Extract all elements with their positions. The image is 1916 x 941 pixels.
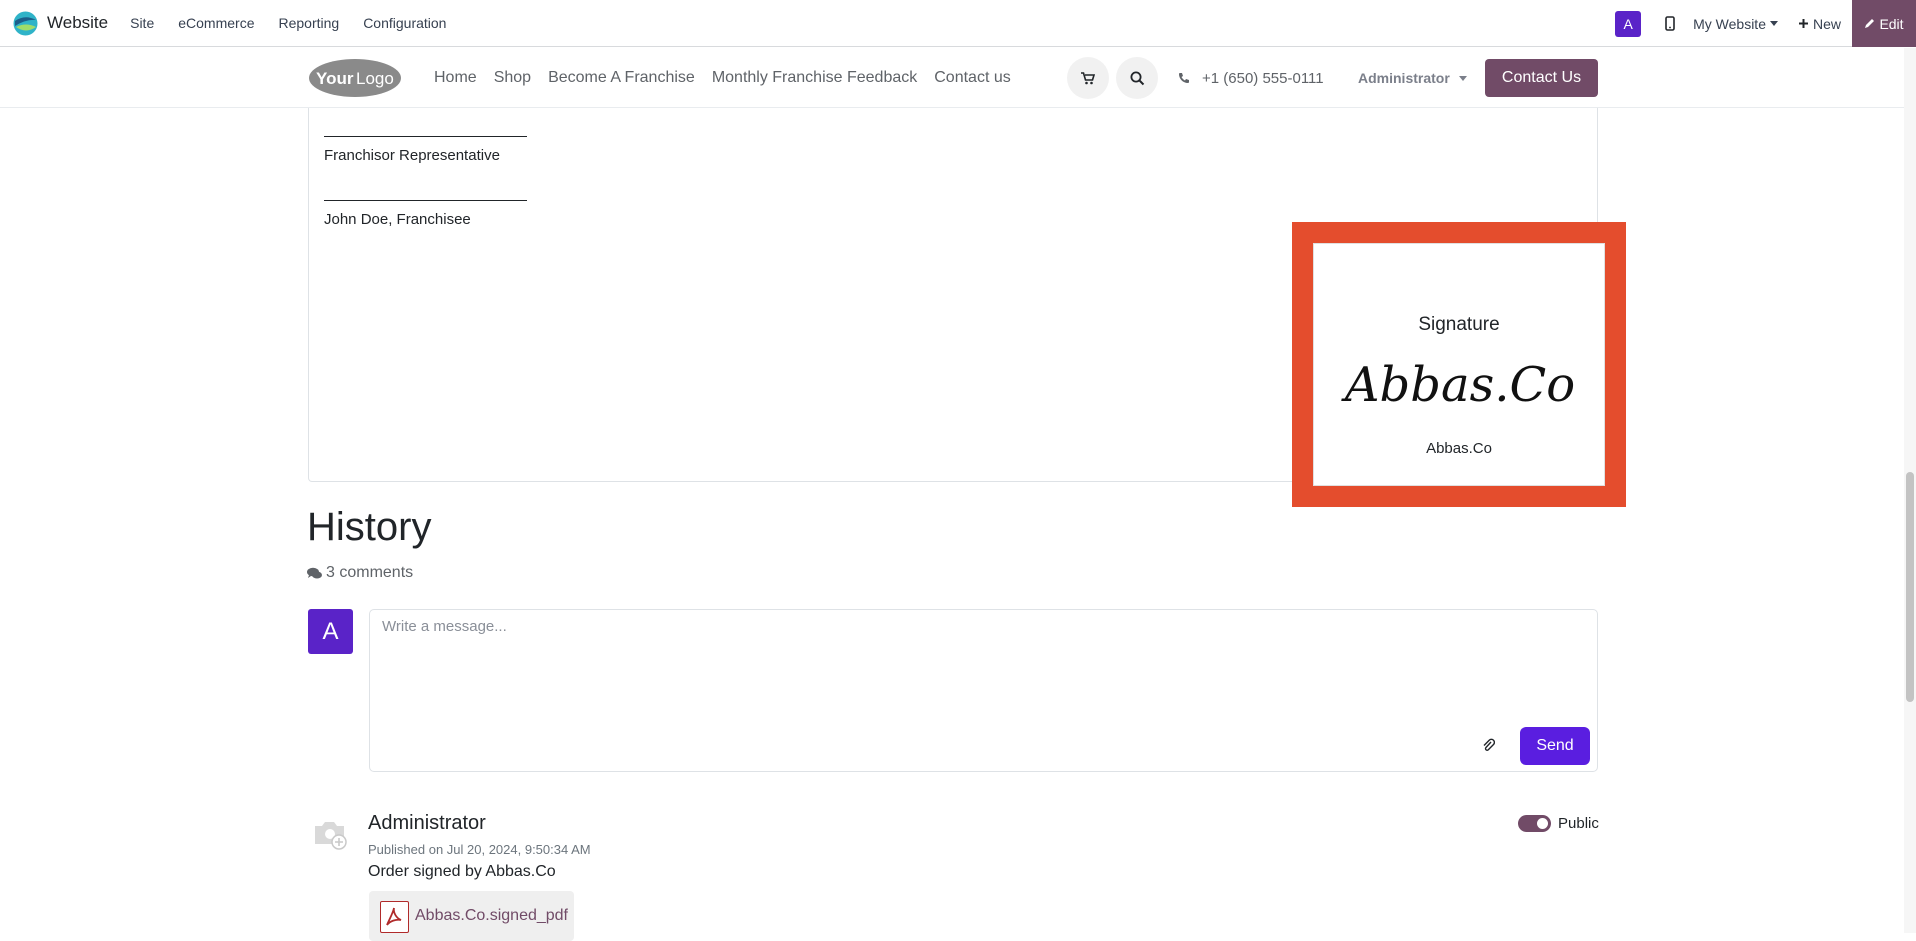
public-label: Public xyxy=(1558,815,1599,832)
attach-icon[interactable] xyxy=(1482,738,1496,758)
chevron-down-icon xyxy=(1458,75,1467,81)
signature-card: Signature Abbas.Co Abbas.Co xyxy=(1313,243,1605,486)
nav-monthly-feedback[interactable]: Monthly Franchise Feedback xyxy=(712,69,917,87)
comments-count-label: 3 comments xyxy=(326,564,414,581)
message-date: Published on Jul 20, 2024, 9:50:34 AM xyxy=(368,842,591,857)
cart-icon xyxy=(1081,71,1095,84)
new-label: New xyxy=(1812,15,1841,32)
user-avatar[interactable]: A xyxy=(1615,10,1642,37)
page-scrollbar[interactable] xyxy=(1904,48,1916,933)
app-brand[interactable]: Website xyxy=(12,10,108,37)
send-button[interactable]: Send xyxy=(1520,727,1590,765)
pdf-icon xyxy=(380,901,409,933)
phone-icon xyxy=(1179,73,1189,83)
edit-label: Edit xyxy=(1879,15,1904,32)
my-website-label: My Website xyxy=(1693,15,1766,32)
phone-number: +1 (650) 555-0111 xyxy=(1202,69,1324,87)
menu-configuration[interactable]: Configuration xyxy=(363,15,446,31)
top-bar-actions: A My Website New Edit xyxy=(1615,0,1916,47)
signature-line-2 xyxy=(324,200,527,201)
my-website-dropdown[interactable]: My Website xyxy=(1693,16,1778,32)
edit-button[interactable]: Edit xyxy=(1852,0,1916,47)
mobile-preview-icon[interactable] xyxy=(1665,16,1675,31)
signer-name: Abbas.Co xyxy=(1426,440,1492,457)
user-name: Administrator xyxy=(1358,70,1450,86)
contact-us-button[interactable]: Contact Us xyxy=(1485,59,1598,97)
logo-text-your: Your xyxy=(316,69,354,88)
cart-button[interactable] xyxy=(1067,57,1109,99)
camera-icon xyxy=(312,818,348,855)
nav-contact-us[interactable]: Contact us xyxy=(934,69,1010,87)
attachment-name: Abbas.Co.signed_pdf xyxy=(415,907,568,924)
menu-reporting[interactable]: Reporting xyxy=(278,15,339,31)
menu-site[interactable]: Site xyxy=(130,15,154,31)
plus-icon xyxy=(1798,19,1808,28)
nav-home[interactable]: Home xyxy=(434,69,477,87)
handwritten-signature: Abbas.Co xyxy=(1341,357,1575,413)
website-app-icon xyxy=(12,10,39,37)
new-button[interactable]: New xyxy=(1798,16,1841,32)
website-nav: Home Shop Become A Franchise Monthly Fra… xyxy=(434,48,1028,108)
nav-shop[interactable]: Shop xyxy=(494,69,531,87)
chevron-down-icon xyxy=(1769,21,1778,26)
signature-script: Abbas.Co xyxy=(1341,357,1575,413)
your-logo[interactable]: Your Logo xyxy=(307,57,403,99)
franchisor-label: Franchisor Representative xyxy=(324,147,500,164)
user-dropdown[interactable]: Administrator xyxy=(1358,48,1467,108)
message-body: Order signed by Abbas.Co xyxy=(368,863,556,880)
composer-avatar: A xyxy=(308,609,353,654)
comments-icon xyxy=(307,567,322,578)
franchisee-label: John Doe, Franchisee xyxy=(324,211,471,228)
menu-ecommerce[interactable]: eCommerce xyxy=(178,15,254,31)
public-toggle[interactable]: Public xyxy=(1518,815,1599,832)
nav-become-franchise[interactable]: Become A Franchise xyxy=(548,69,695,87)
comments-count: 3 comments xyxy=(307,564,413,582)
history-title: History xyxy=(307,505,432,549)
attachment[interactable]: Abbas.Co.signed_pdf xyxy=(369,891,574,941)
signature-line-1 xyxy=(324,136,527,137)
pencil-icon xyxy=(1865,19,1875,28)
message-input[interactable] xyxy=(382,618,1572,718)
message-author: Administrator xyxy=(368,812,486,834)
scrollbar-thumb[interactable] xyxy=(1906,472,1914,702)
logo-text-logo: Logo xyxy=(356,69,394,88)
message-composer: Send xyxy=(369,609,1598,772)
website-header: Your Logo Home Shop Become A Franchise M… xyxy=(0,48,1916,108)
signature-heading: Signature xyxy=(1418,314,1500,335)
search-button[interactable] xyxy=(1116,57,1158,99)
app-name: Website xyxy=(47,13,109,32)
public-switch[interactable] xyxy=(1518,815,1551,832)
phone-link[interactable]: +1 (650) 555-0111 xyxy=(1178,48,1324,108)
odoo-top-bar: Website Site eCommerce Reporting Configu… xyxy=(0,0,1916,47)
signature-highlight: Signature Abbas.Co Abbas.Co xyxy=(1292,222,1626,507)
top-menu: Site eCommerce Reporting Configuration xyxy=(130,15,470,31)
search-icon xyxy=(1130,71,1144,85)
